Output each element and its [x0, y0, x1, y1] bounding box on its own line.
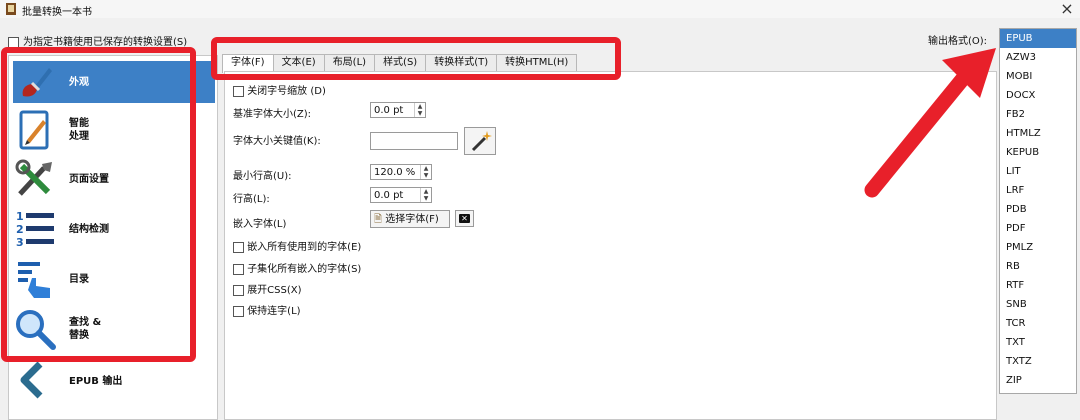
sidebar-highlight-box — [1, 47, 196, 362]
format-option[interactable]: EPUB — [1000, 29, 1076, 48]
window-title: 批量转换一本书 — [22, 7, 92, 18]
base-font-size-label: 基准字体大小(Z): — [233, 109, 312, 120]
app-icon — [5, 3, 17, 15]
clear-icon: ✕ — [459, 214, 470, 223]
font-file-icon: 🗎 — [374, 214, 383, 225]
line-height-label: 行高(L): — [233, 194, 270, 205]
sidebar-item-label: EPUB 输出 — [69, 375, 123, 387]
title-bar — [0, 0, 1080, 18]
epub-output-icon — [13, 359, 57, 403]
expand-css-label: 展开CSS(X) — [247, 285, 302, 296]
format-option[interactable]: PDF — [1000, 219, 1076, 238]
sidebar-item-epub-output[interactable]: EPUB 输出 — [13, 358, 215, 404]
format-option[interactable]: ZIP — [1000, 371, 1076, 390]
red-arrow-icon — [864, 48, 996, 198]
format-option[interactable]: PDB — [1000, 200, 1076, 219]
keep-ligatures-label: 保持连字(L) — [247, 306, 301, 317]
subset-fonts-checkbox[interactable]: 子集化所有嵌入的字体(S) — [233, 260, 361, 275]
disable-font-rescale-checkbox[interactable]: 关闭字号缩放 (D) — [233, 82, 326, 97]
wizard-button[interactable] — [464, 127, 496, 155]
min-line-height-value: 120.0 % — [374, 167, 416, 178]
line-height-input[interactable]: 0.0 pt ▲ ▼ — [370, 187, 432, 203]
spin-arrows-icon[interactable]: ▲ ▼ — [414, 103, 425, 117]
format-option[interactable]: TXTZ — [1000, 352, 1076, 371]
format-option[interactable]: FB2 — [1000, 105, 1076, 124]
font-size-key-input[interactable] — [370, 132, 458, 150]
tabs-highlight-box — [211, 37, 621, 80]
format-option[interactable]: TXT — [1000, 333, 1076, 352]
min-line-height-input[interactable]: 120.0 % ▲ ▼ — [370, 164, 432, 180]
format-option[interactable]: HTMLZ — [1000, 124, 1076, 143]
font-size-key-label: 字体大小关键值(K): — [233, 136, 321, 147]
format-option[interactable]: RB — [1000, 257, 1076, 276]
subset-fonts-label: 子集化所有嵌入的字体(S) — [247, 264, 362, 275]
format-option[interactable]: MOBI — [1000, 67, 1076, 86]
clear-font-button[interactable]: ✕ — [455, 210, 474, 227]
format-option[interactable]: DOCX — [1000, 86, 1076, 105]
embed-all-fonts-label: 嵌入所有使用到的字体(E) — [247, 242, 362, 253]
base-font-size-input[interactable]: 0.0 pt ▲ ▼ — [370, 102, 426, 118]
keep-ligatures-checkbox[interactable]: 保持连字(L) — [233, 302, 301, 317]
format-option[interactable]: KEPUB — [1000, 143, 1076, 162]
format-option[interactable]: LIT — [1000, 162, 1076, 181]
format-option[interactable]: LRF — [1000, 181, 1076, 200]
close-icon[interactable]: × — [1058, 0, 1076, 18]
format-option[interactable]: TCR — [1000, 314, 1076, 333]
format-option[interactable]: PMLZ — [1000, 238, 1076, 257]
line-height-value: 0.0 pt — [374, 190, 404, 201]
min-line-height-label: 最小行高(U): — [233, 171, 292, 182]
use-saved-settings-checkbox[interactable]: 为指定书籍使用已保存的转换设置(S) — [8, 33, 187, 48]
expand-css-checkbox[interactable]: 展开CSS(X) — [233, 281, 302, 296]
format-option[interactable]: SNB — [1000, 295, 1076, 314]
format-option[interactable]: RTF — [1000, 276, 1076, 295]
choose-font-label: 选择字体(F) — [385, 214, 439, 225]
checkbox-box[interactable] — [8, 36, 19, 48]
magic-wand-icon — [471, 131, 492, 152]
spin-arrows-icon[interactable]: ▲ ▼ — [420, 188, 431, 202]
base-font-size-value: 0.0 pt — [374, 105, 404, 116]
choose-font-button[interactable]: 🗎 选择字体(F) — [370, 210, 450, 228]
spin-arrows-icon[interactable]: ▲ ▼ — [420, 165, 431, 179]
disable-font-rescale-label: 关闭字号缩放 (D) — [247, 86, 326, 97]
embed-all-fonts-checkbox[interactable]: 嵌入所有使用到的字体(E) — [233, 238, 361, 253]
output-format-list[interactable]: EPUB AZW3 MOBI DOCX FB2 HTMLZ KEPUB LIT … — [999, 28, 1077, 394]
format-option[interactable]: AZW3 — [1000, 48, 1076, 67]
embed-font-label: 嵌入字体(L) — [233, 219, 287, 230]
